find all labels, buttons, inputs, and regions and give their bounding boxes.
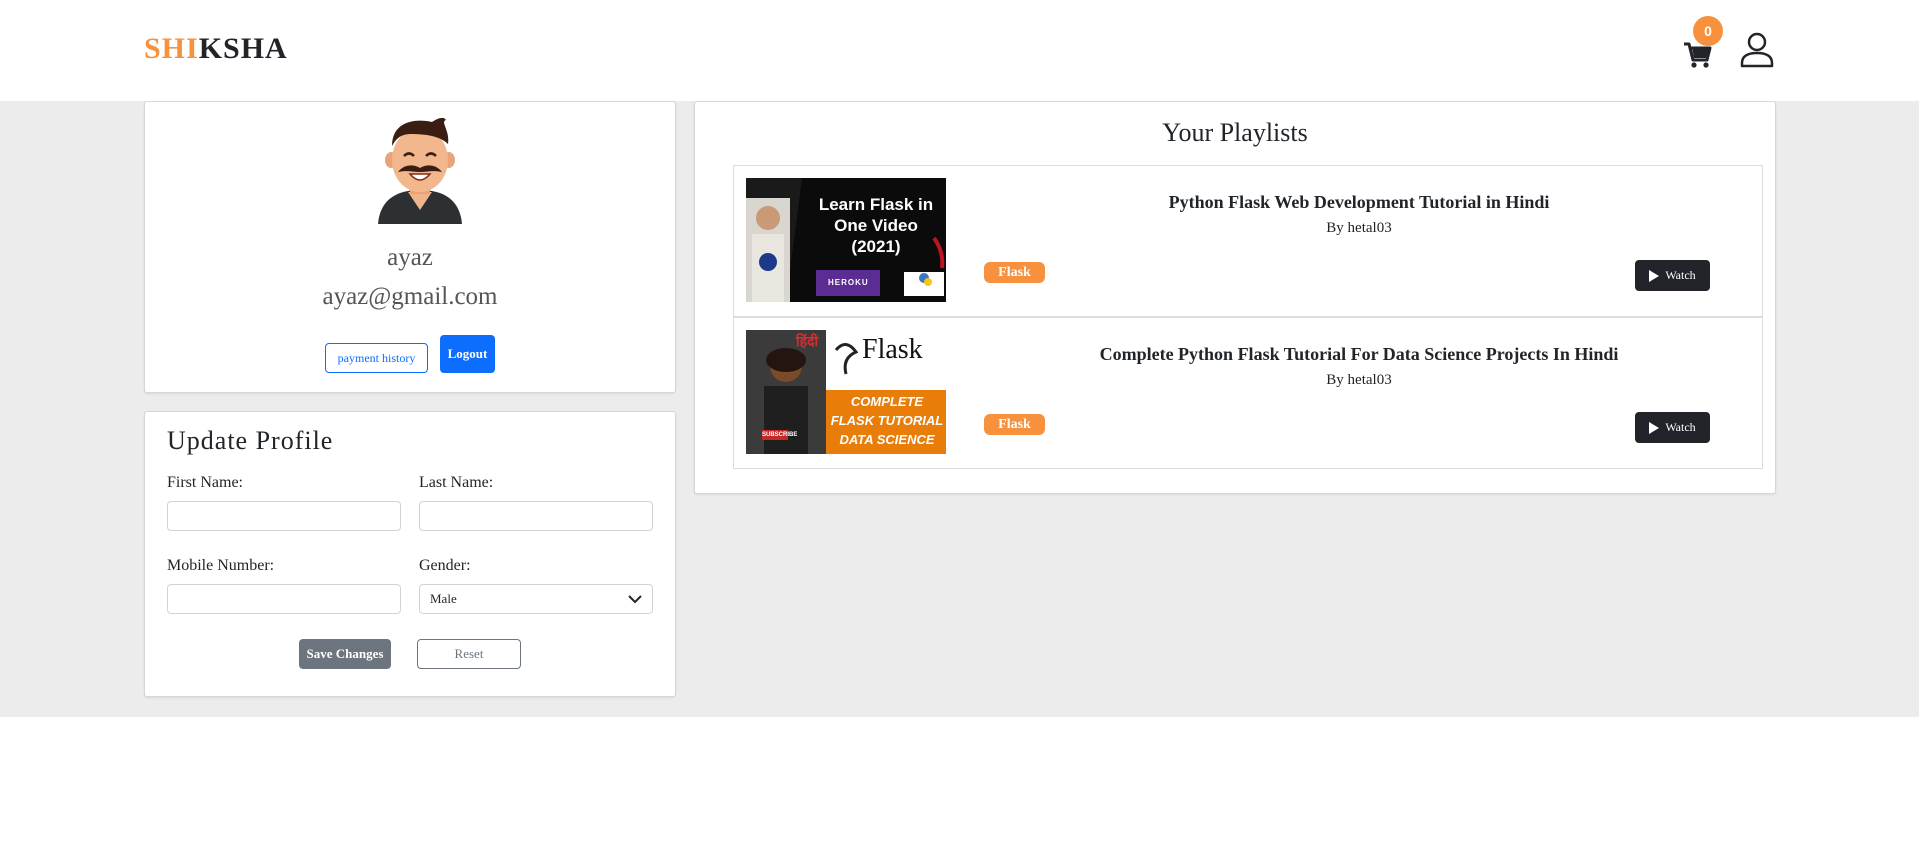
playlist-title[interactable]: Python Flask Web Development Tutorial in… [966, 192, 1752, 213]
playlists-title: Your Playlists [1162, 118, 1308, 147]
thumbnail-text-line: हिंदी [796, 334, 819, 350]
playlist-thumbnail[interactable]: हिंदी Flask COMPLETE FLASK TUTORIAL DATA… [746, 330, 946, 454]
top-navbar: SHIKSHA 0 [0, 0, 1919, 101]
playlist-title[interactable]: Complete Python Flask Tutorial For Data … [966, 344, 1752, 365]
thumbnail-text-line: Flask [862, 334, 923, 365]
thumbnail-text-line: Learn Flask in [818, 195, 934, 214]
category-badge: Flask [984, 414, 1045, 435]
gender-selected-value: Male [430, 591, 457, 606]
gender-select[interactable]: Male [419, 584, 653, 614]
watch-button-label: Watch [1665, 268, 1696, 282]
mobile-number-field[interactable] [167, 584, 401, 614]
first-name-field[interactable] [167, 501, 401, 531]
first-name-label: First Name: [167, 474, 243, 491]
thumbnail-text-line: COMPLETE [850, 394, 924, 409]
watch-button[interactable]: Watch [1635, 412, 1710, 443]
playlists-card: Your Playlists Learn Flask in One Video … [694, 101, 1776, 494]
update-profile-card: Update Profile First Name: Last Name: Mo… [144, 411, 676, 697]
last-name-field[interactable] [419, 501, 653, 531]
avatar [378, 117, 462, 224]
category-badge: Flask [984, 262, 1045, 283]
playlist-thumbnail[interactable]: Learn Flask in One Video (2021) HEROKU [746, 178, 946, 302]
playlist-item: Learn Flask in One Video (2021) HEROKU P… [733, 165, 1763, 317]
brand-rest: KSHA [198, 32, 288, 65]
user-icon[interactable] [1740, 32, 1774, 68]
thumbnail-badge: SUBSCRIBE [762, 432, 798, 438]
play-icon [1649, 421, 1660, 434]
cart-count-badge: 0 [1693, 16, 1723, 46]
save-changes-button[interactable]: Save Changes [299, 639, 391, 669]
mobile-number-label: Mobile Number: [167, 557, 275, 574]
profile-email: ayaz@gmail.com [322, 283, 498, 310]
thumbnail-text-line: (2021) [851, 237, 901, 256]
thumbnail-text-line: FLASK TUTORIAL [830, 413, 944, 428]
profile-card: ayaz ayaz@gmail.com payment history Logo… [144, 101, 676, 393]
thumbnail-badge: HEROKU [828, 278, 869, 287]
profile-name: ayaz [387, 244, 433, 271]
thumbnail-text-line: One Video [834, 216, 918, 235]
update-profile-title: Update Profile [167, 426, 334, 455]
gender-label: Gender: [419, 557, 471, 574]
watch-button[interactable]: Watch [1635, 260, 1710, 291]
reset-button[interactable]: Reset [417, 639, 521, 669]
playlist-author: By hetal03 [1326, 372, 1392, 388]
watch-button-label: Watch [1665, 420, 1696, 434]
logout-button[interactable]: Logout [440, 335, 495, 373]
playlist-item: हिंदी Flask COMPLETE FLASK TUTORIAL DATA… [733, 317, 1763, 469]
last-name-label: Last Name: [419, 474, 494, 491]
brand-accent: SHI [144, 32, 199, 65]
playlist-author: By hetal03 [1326, 220, 1392, 236]
play-icon [1649, 269, 1660, 282]
payment-history-button[interactable]: payment history [325, 343, 428, 373]
brand-logo[interactable]: SHIKSHA [144, 32, 288, 66]
chevron-down-icon [628, 595, 642, 604]
thumbnail-text-line: DATA SCIENCE [839, 432, 935, 447]
